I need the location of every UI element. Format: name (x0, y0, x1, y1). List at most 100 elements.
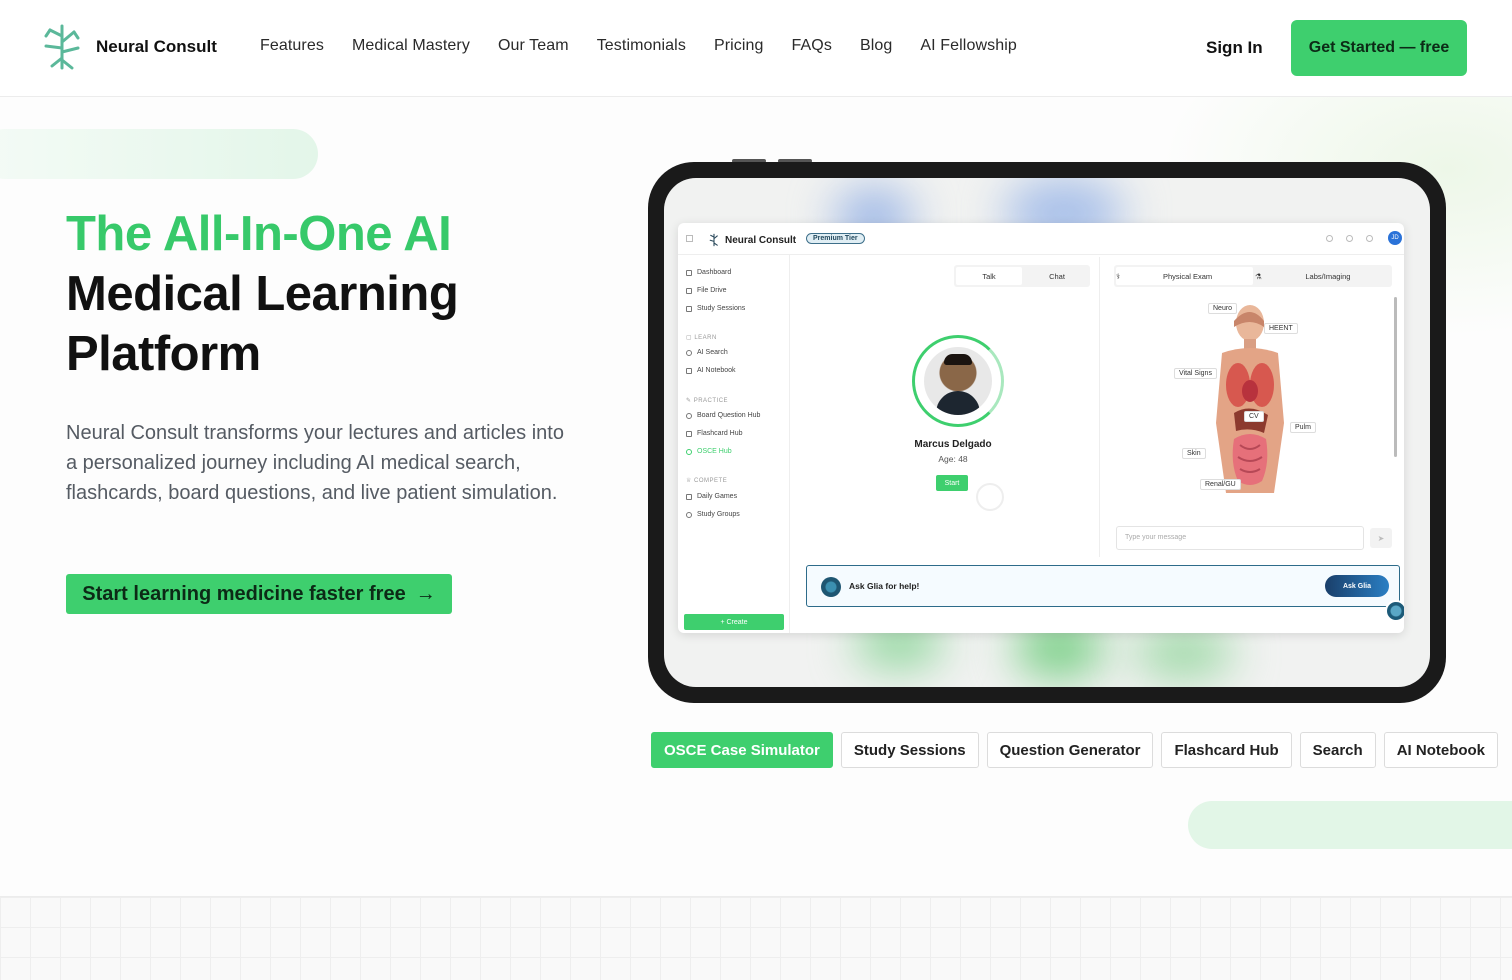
tab-osce-case-simulator[interactable]: OSCE Case Simulator (651, 732, 833, 768)
tab-label: Physical Exam (1162, 271, 1213, 281)
hero-title: The All-In-One AI Medical Learning Platf… (66, 204, 459, 384)
sidebar-section-learn: ▢ LEARN (686, 335, 717, 341)
sidebar-item-label: AI Search (697, 349, 728, 356)
search-icon (686, 349, 692, 356)
tab-ai-notebook[interactable]: AI Notebook (1383, 732, 1499, 768)
glia-avatar-icon[interactable] (1385, 600, 1404, 622)
tab-search[interactable]: Search (1299, 732, 1376, 768)
label-renal-gu[interactable]: Renal/GU (1200, 479, 1241, 490)
exam-panel: ⚕ Physical Exam ⚗ Labs/Imaging Neuro HEE… (1108, 257, 1400, 557)
sidebar-item-label: Daily Games (697, 493, 738, 500)
label-skin[interactable]: Skin (1182, 448, 1206, 459)
start-simulation-button[interactable]: Start (936, 475, 968, 491)
site-header: Neural Consult Features Medical Mastery … (0, 0, 1512, 97)
sidebar-item-label: AI Notebook (697, 367, 736, 374)
section-label: COMPETE (694, 478, 728, 484)
hero-title-line2: Medical Learning (66, 267, 459, 321)
arrow-right-icon: → (415, 582, 436, 605)
nav-blog[interactable]: Blog (860, 37, 892, 55)
tab-physical-exam[interactable]: ⚕ Physical Exam (1116, 267, 1253, 285)
patient-age: Age: 48 (938, 454, 968, 464)
app-brand-name: Neural Consult (725, 234, 797, 246)
get-started-button[interactable]: Get Started — free (1291, 20, 1467, 76)
exam-scrollbar[interactable] (1394, 297, 1397, 457)
calendar-icon (686, 493, 692, 500)
app-window: Neural Consult Premium Tier JD Dashboard… (678, 223, 1404, 633)
sidebar-section-compete: ♕ COMPETE (686, 478, 728, 484)
nav-testimonials[interactable]: Testimonials (597, 37, 686, 55)
sidebar-item-board-question-hub[interactable]: Board Question Hub (686, 412, 760, 419)
neural-logo-icon (709, 233, 718, 247)
tab-labs-imaging[interactable]: ⚗ Labs/Imaging (1255, 265, 1392, 287)
neural-logo-icon (44, 24, 80, 70)
chat-icon[interactable] (1326, 235, 1333, 242)
dashboard-icon (686, 269, 692, 276)
tab-chat[interactable]: Chat (1024, 265, 1090, 287)
label-pulm[interactable]: Pulm (1290, 422, 1316, 433)
sidebar-item-study-sessions[interactable]: Study Sessions (686, 305, 745, 312)
patient-name: Marcus Delgado (914, 439, 992, 450)
nav-our-team[interactable]: Our Team (498, 37, 569, 55)
sign-in-link[interactable]: Sign In (1206, 38, 1263, 58)
patient-shirt (936, 391, 980, 415)
menu-icon[interactable] (686, 235, 693, 242)
glia-help-bar: Ask Glia for help! Ask Glia (806, 565, 1404, 622)
label-heent[interactable]: HEENT (1264, 323, 1298, 334)
message-input[interactable]: Type your message (1116, 526, 1364, 550)
ask-glia-button[interactable]: Ask Glia (1325, 575, 1389, 597)
sidebar-section-practice: ✎ PRACTICE (686, 398, 729, 404)
premium-tier-badge: Premium Tier (806, 233, 865, 244)
sidebar-item-study-groups[interactable]: Study Groups (686, 511, 740, 518)
section-label: PRACTICE (693, 398, 729, 404)
send-icon[interactable]: ➤ (1370, 528, 1392, 548)
nav-pricing[interactable]: Pricing (714, 37, 764, 55)
sidebar-item-flashcard-hub[interactable]: Flashcard Hub (686, 430, 743, 437)
patient-avatar (924, 347, 992, 415)
sidebar-item-label: Flashcard Hub (697, 430, 743, 437)
flashcard-icon (686, 430, 692, 437)
label-vital-signs[interactable]: Vital Signs (1174, 368, 1217, 379)
hero-title-line3: Platform (66, 327, 261, 381)
question-icon (686, 412, 692, 419)
bottom-grid-section (0, 896, 1512, 980)
tab-label: Labs/Imaging (1305, 271, 1351, 281)
patient-panel: Talk Chat Marcus Delgado Age: 48 Start (806, 257, 1100, 557)
sidebar-item-label: File Drive (697, 287, 727, 294)
sidebar-item-label: Study Groups (697, 511, 740, 518)
sidebar-item-osce-hub[interactable]: OSCE Hub (686, 448, 732, 455)
section-label: LEARN (694, 335, 717, 341)
help-icon[interactable] (1346, 235, 1353, 242)
label-neuro[interactable]: Neuro (1208, 303, 1238, 314)
sidebar-item-daily-games[interactable]: Daily Games (686, 493, 737, 500)
main-nav: Features Medical Mastery Our Team Testim… (260, 37, 1017, 55)
bell-icon[interactable] (1366, 235, 1373, 242)
brand-name: Neural Consult (96, 37, 217, 56)
sidebar-item-file-drive[interactable]: File Drive (686, 287, 727, 294)
globe-icon (821, 577, 841, 597)
avatar[interactable]: JD (1388, 231, 1402, 245)
document-icon (686, 305, 692, 312)
users-icon (686, 511, 692, 518)
tab-study-sessions[interactable]: Study Sessions (840, 732, 979, 768)
tab-talk[interactable]: Talk (956, 267, 1022, 285)
nav-features[interactable]: Features (260, 37, 324, 55)
notebook-icon (686, 367, 692, 374)
patient-hair (944, 354, 972, 365)
screen-blur (1134, 628, 1234, 678)
osce-icon (686, 448, 692, 455)
nav-medical-mastery[interactable]: Medical Mastery (352, 37, 470, 55)
nav-faqs[interactable]: FAQs (792, 37, 832, 55)
sidebar-item-label: Board Question Hub (697, 412, 761, 419)
logo[interactable]: Neural Consult (40, 22, 217, 72)
sidebar-item-dashboard[interactable]: Dashboard (686, 269, 731, 276)
tab-flashcard-hub[interactable]: Flashcard Hub (1161, 732, 1292, 768)
create-button[interactable]: + Create (684, 614, 784, 630)
label-cv[interactable]: CV (1244, 411, 1264, 422)
nav-ai-fellowship[interactable]: AI Fellowship (920, 37, 1016, 55)
sidebar-item-ai-search[interactable]: AI Search (686, 349, 728, 356)
tab-question-generator[interactable]: Question Generator (986, 732, 1154, 768)
tablet-screen: Neural Consult Premium Tier JD Dashboard… (664, 178, 1430, 687)
sidebar-item-ai-notebook[interactable]: AI Notebook (686, 367, 736, 374)
start-learning-button[interactable]: Start learning medicine faster free → (66, 574, 452, 614)
app-topbar: Neural Consult Premium Tier JD (678, 223, 1404, 255)
